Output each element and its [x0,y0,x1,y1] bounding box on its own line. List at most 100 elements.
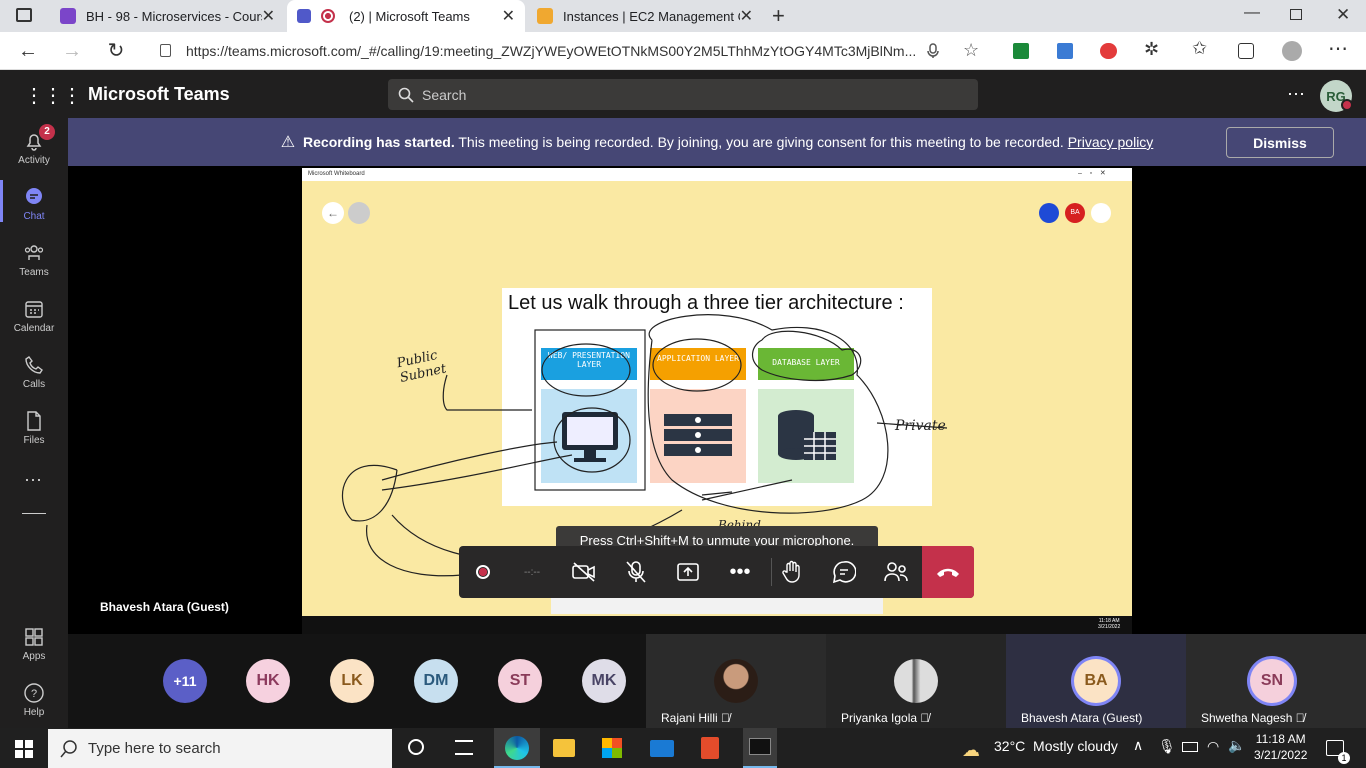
mail-icon[interactable] [650,740,674,757]
annotation-private: Private [895,418,946,434]
rail-item-calendar[interactable]: Calendar [0,298,68,334]
back-icon[interactable]: ← [14,38,42,64]
participants-button[interactable] [874,546,918,598]
task-view-icon[interactable] [455,740,473,755]
leave-call-button[interactable] [922,546,974,598]
rail-item-files[interactable]: Files [0,410,68,446]
participant-name-text: Shwetha Nagesh [1201,711,1293,725]
share-button[interactable] [666,546,710,598]
extension-red-icon[interactable] [1100,43,1117,59]
taskbar-search-input[interactable]: Type here to search [48,729,392,768]
weather-value: 32°C Mostly cloudy [994,738,1118,754]
privacy-policy-link[interactable]: Privacy policy [1068,134,1154,150]
more-actions-icon: ••• [729,560,751,583]
favorite-star-icon[interactable]: ☆ [963,40,979,61]
store-icon[interactable] [602,738,622,758]
close-tab-icon[interactable]: ✕ [262,6,275,26]
raise-hand-icon [782,560,800,583]
more-actions-button[interactable]: ••• [718,546,762,598]
microphone-button[interactable] [614,546,658,598]
close-window-icon[interactable]: ✕ [1336,5,1350,25]
edge-app-icon[interactable] [494,728,540,768]
participant-avatar[interactable]: HK [246,659,290,703]
participant-name: Priyanka Igola 🎙̸ [841,711,929,725]
new-tab-icon[interactable]: + [772,3,785,29]
rail-item-teams[interactable]: Teams [0,242,68,278]
rail-label: Teams [19,267,49,278]
profile-avatar-icon[interactable] [1282,41,1302,61]
rail-item-activity[interactable]: Activity 2 [0,124,68,166]
taskbar-search-placeholder: Type here to search [88,740,221,757]
extension-blue-icon[interactable] [1057,43,1073,59]
rail-label: Files [23,435,45,446]
show-hidden-icons-icon[interactable]: ∧ [1133,737,1143,754]
overflow-participants-button[interactable]: +11 [163,659,207,703]
participant-name-text: Rajani Hilli [661,711,718,725]
participant-avatar[interactable]: ST [498,659,542,703]
participant-avatar[interactable]: LK [330,659,374,703]
left-rail: Activity 2 Chat Teams Calendar Calls Fil… [0,118,68,728]
status-busy-icon [1341,99,1353,111]
banner-text: This meeting is being recorded. By joini… [454,134,1068,150]
record-icon [476,565,490,579]
app-title: Microsoft Teams [88,84,230,104]
banner-bold-text: Recording has started. [303,134,455,150]
volume-icon[interactable]: 🔈 [1228,737,1245,754]
browser-tab-teams[interactable]: (2) | Microsoft Teams ✕ [287,0,525,32]
close-tab-icon[interactable]: ✕ [502,6,515,26]
browser-tab-ec2[interactable]: Instances | EC2 Management Co ✕ [527,0,763,32]
extensions-puzzle-icon[interactable]: ✲ [1144,39,1159,60]
rail-item-help[interactable]: ? Help [0,682,68,718]
file-explorer-icon[interactable] [553,739,575,757]
rail-item-apps[interactable]: Apps [0,626,68,662]
favorites-icon[interactable]: ✩ [1192,38,1207,59]
tab-actions-icon[interactable] [16,8,32,22]
phone-icon [25,356,43,374]
app-launcher-icon[interactable]: ⋮⋮⋮ [24,83,82,108]
remote-taskbar [302,616,1132,634]
people-icon [884,562,908,582]
camera-off-icon [572,562,595,582]
chat-button[interactable] [822,546,866,598]
participant-photo [714,659,758,703]
windows-start-icon[interactable] [15,740,33,758]
svg-text:?: ? [31,688,37,700]
office-icon[interactable] [701,737,719,759]
settings-more-icon[interactable]: ⋯ [1287,84,1305,105]
battery-icon[interactable] [1182,742,1198,752]
more-apps-icon[interactable]: ⋯ [24,470,42,491]
taskbar-clock[interactable]: 11:18 AM 3/21/2022 [1254,731,1307,763]
extension-green-icon[interactable] [1013,43,1029,59]
participant-photo [894,659,938,703]
forward-icon[interactable]: → [58,38,86,64]
rail-item-chat[interactable]: Chat [0,186,68,222]
address-bar[interactable]: https://teams.microsoft.com/_#/calling/1… [146,36,992,66]
camera-button[interactable] [562,546,606,598]
wifi-icon[interactable]: ◠ [1207,738,1219,755]
refresh-icon[interactable]: ↻ [102,38,130,64]
minimize-icon[interactable]: — [1244,4,1260,22]
apps-icon [25,628,43,646]
participant-avatar[interactable]: DM [414,659,458,703]
dismiss-button[interactable]: Dismiss [1226,127,1334,158]
chat-icon [26,188,42,204]
microphone-icon[interactable] [926,43,940,59]
restore-icon[interactable] [1290,9,1302,20]
close-tab-icon[interactable]: ✕ [740,6,753,26]
weather-text[interactable]: 32°C Mostly cloudy [994,738,1118,754]
lock-icon [160,44,171,57]
browser-tab-course[interactable]: BH - 98 - Microservices - Course ✕ [50,0,285,32]
raise-hand-button[interactable] [770,546,814,598]
more-menu-icon[interactable]: ⋯ [1328,36,1348,61]
notifications-count: 1 [1338,752,1350,764]
collections-icon[interactable] [1238,43,1254,59]
cortana-icon[interactable] [408,739,424,755]
rail-label: Calls [22,379,46,390]
search-input[interactable]: Search [388,79,978,110]
tray-microphone-icon[interactable]: 🎙 [1158,738,1176,755]
terminal-icon[interactable] [743,728,777,768]
whiteboard-ink-toolbar [551,597,883,614]
mic-muted-icon: 🎙̸ [721,711,731,725]
participant-avatar[interactable]: MK [582,659,626,703]
rail-item-calls[interactable]: Calls [0,354,68,390]
